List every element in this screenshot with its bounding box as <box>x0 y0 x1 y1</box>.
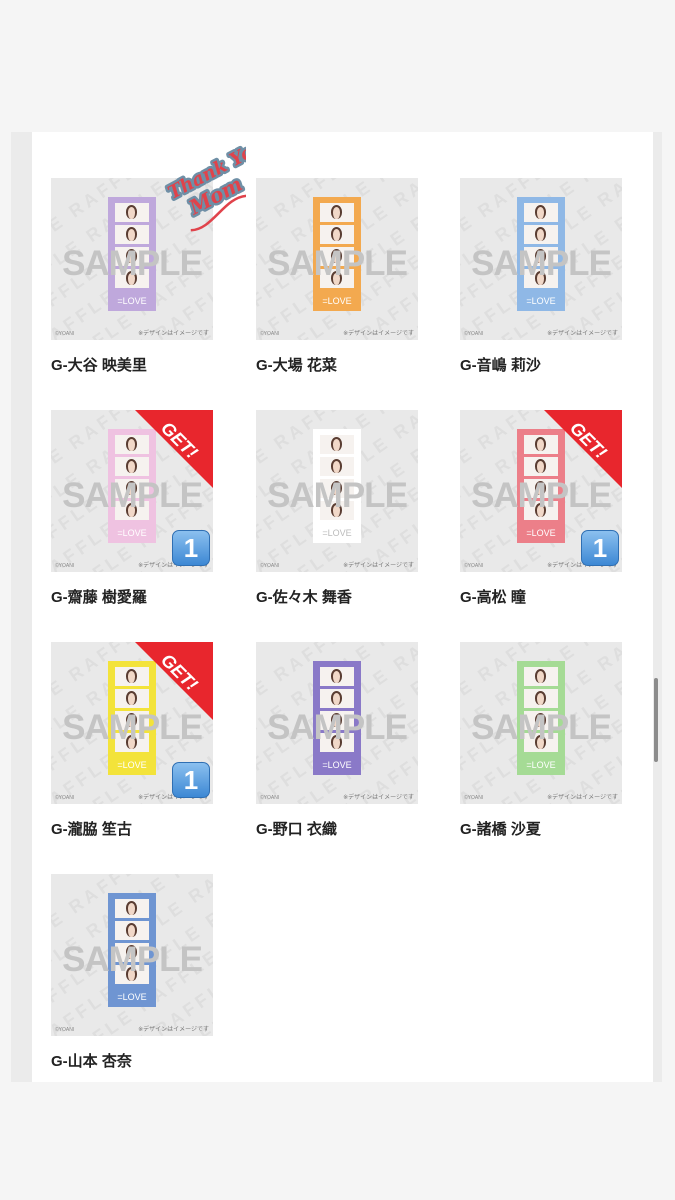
sample-watermark: SAMPLE <box>471 708 612 747</box>
copyright-text: ©YOANI <box>260 563 280 569</box>
portrait-icon <box>331 205 342 219</box>
copyright-text: ©YOANI <box>260 795 280 801</box>
count-badge: 1 <box>172 530 210 566</box>
portrait-icon <box>535 691 546 705</box>
strip-label: =LOVE <box>322 760 352 770</box>
strip-photo <box>524 667 558 686</box>
portrait-icon <box>126 923 137 937</box>
item-thumbnail[interactable]: RAFFLE RAFFLE RAFFLE RAFFLE RAFFLE RAFFL… <box>256 410 418 572</box>
design-disclaimer: ※デザインはイメージです <box>547 331 618 337</box>
item-name: G-大谷 映美里 <box>51 357 147 374</box>
item-name: G-山本 杏奈 <box>51 1053 132 1070</box>
item-name: G-佐々木 舞香 <box>256 589 352 606</box>
portrait-icon <box>126 205 137 219</box>
portrait-icon <box>331 669 342 683</box>
sample-watermark: SAMPLE <box>62 940 203 979</box>
grid-item-card[interactable]: RAFFLE RAFFLE RAFFLE RAFFLE RAFFLE RAFFL… <box>256 178 418 375</box>
strip-label: =LOVE <box>322 528 352 538</box>
grid-item-card[interactable]: RAFFLE RAFFLE RAFFLE RAFFLE RAFFLE RAFFL… <box>51 642 213 839</box>
portrait-icon <box>331 437 342 451</box>
item-name: G-高松 瞳 <box>460 589 526 606</box>
copyright-text: ©YOANI <box>260 331 280 337</box>
item-name: G-瀧脇 笙古 <box>51 821 132 838</box>
design-disclaimer: ※デザインはイメージです <box>343 563 414 569</box>
grid-item-card[interactable]: RAFFLE RAFFLE RAFFLE RAFFLE RAFFLE RAFFL… <box>256 410 418 607</box>
strip-label: =LOVE <box>526 296 556 306</box>
portrait-icon <box>331 227 342 241</box>
design-disclaimer: ※デザインはイメージです <box>138 1027 209 1033</box>
strip-photo <box>115 203 149 222</box>
copyright-text: ©YOANI <box>55 563 75 569</box>
strip-photo <box>524 689 558 708</box>
grid-item-card[interactable]: RAFFLE RAFFLE RAFFLE RAFFLE RAFFLE RAFFL… <box>460 642 622 839</box>
design-disclaimer: ※デザインはイメージです <box>343 795 414 801</box>
grid-item-card[interactable]: RAFFLE RAFFLE RAFFLE RAFFLE RAFFLE RAFFL… <box>51 874 213 1071</box>
copyright-text: ©YOANI <box>464 331 484 337</box>
item-thumbnail[interactable]: RAFFLE RAFFLE RAFFLE RAFFLE RAFFLE RAFFL… <box>460 410 622 572</box>
sample-watermark: SAMPLE <box>471 244 612 283</box>
copyright-text: ©YOANI <box>55 1027 75 1033</box>
strip-photo <box>320 457 354 476</box>
count-badge: 1 <box>172 762 210 798</box>
item-thumbnail[interactable]: RAFFLE RAFFLE RAFFLE RAFFLE RAFFLE RAFFL… <box>460 642 622 804</box>
grid-item-card[interactable]: RAFFLE RAFFLE RAFFLE RAFFLE RAFFLE RAFFL… <box>51 410 213 607</box>
portrait-icon <box>535 669 546 683</box>
sample-watermark: SAMPLE <box>267 476 408 515</box>
portrait-icon <box>535 205 546 219</box>
item-name: G-野口 衣織 <box>256 821 337 838</box>
strip-label: =LOVE <box>117 296 147 306</box>
design-disclaimer: ※デザインはイメージです <box>138 331 209 337</box>
strip-photo <box>115 899 149 918</box>
sample-watermark: SAMPLE <box>267 244 408 283</box>
strip-photo <box>115 921 149 940</box>
strip-label: =LOVE <box>322 296 352 306</box>
portrait-icon <box>535 227 546 241</box>
item-thumbnail[interactable]: RAFFLE RAFFLE RAFFLE RAFFLE RAFFLE RAFFL… <box>460 178 622 340</box>
item-thumbnail[interactable]: RAFFLE RAFFLE RAFFLE RAFFLE RAFFLE RAFFL… <box>51 642 213 804</box>
portrait-icon <box>331 691 342 705</box>
grid-item-card[interactable]: RAFFLE RAFFLE RAFFLE RAFFLE RAFFLE RAFFL… <box>256 642 418 839</box>
design-disclaimer: ※デザインはイメージです <box>547 795 618 801</box>
grid-item-card[interactable]: RAFFLE RAFFLE RAFFLE RAFFLE RAFFLE RAFFL… <box>460 178 622 375</box>
copyright-text: ©YOANI <box>464 795 484 801</box>
strip-photo <box>320 225 354 244</box>
strip-photo <box>320 435 354 454</box>
thank-you-mom-sticker: Thank You Thank You Mom Mom <box>164 145 246 232</box>
strip-label: =LOVE <box>117 528 147 538</box>
item-name: G-諸橋 沙夏 <box>460 821 541 838</box>
item-name: G-齋藤 樹愛羅 <box>51 589 147 606</box>
item-thumbnail[interactable]: RAFFLE RAFFLE RAFFLE RAFFLE RAFFLE RAFFL… <box>51 410 213 572</box>
strip-photo <box>320 667 354 686</box>
portrait-icon <box>126 227 137 241</box>
design-disclaimer: ※デザインはイメージです <box>343 331 414 337</box>
sample-watermark: SAMPLE <box>267 708 408 747</box>
item-thumbnail[interactable]: RAFFLE RAFFLE RAFFLE RAFFLE RAFFLE RAFFL… <box>51 874 213 1036</box>
grid-item-card[interactable]: RAFFLE RAFFLE RAFFLE RAFFLE RAFFLE RAFFL… <box>460 410 622 607</box>
scrollbar[interactable] <box>654 678 658 762</box>
strip-label: =LOVE <box>526 528 556 538</box>
strip-photo <box>524 203 558 222</box>
copyright-text: ©YOANI <box>464 563 484 569</box>
item-thumbnail[interactable]: RAFFLE RAFFLE RAFFLE RAFFLE RAFFLE RAFFL… <box>256 178 418 340</box>
strip-photo <box>115 225 149 244</box>
strip-label: =LOVE <box>526 760 556 770</box>
item-thumbnail[interactable]: RAFFLE RAFFLE RAFFLE RAFFLE RAFFLE RAFFL… <box>256 642 418 804</box>
copyright-text: ©YOANI <box>55 331 75 337</box>
strip-label: =LOVE <box>117 992 147 1002</box>
count-badge: 1 <box>581 530 619 566</box>
portrait-icon <box>331 459 342 473</box>
item-name: G-音嶋 莉沙 <box>460 357 541 374</box>
strip-photo <box>320 689 354 708</box>
portrait-icon <box>126 901 137 915</box>
strip-photo <box>524 225 558 244</box>
strip-photo <box>320 203 354 222</box>
copyright-text: ©YOANI <box>55 795 75 801</box>
sample-watermark: SAMPLE <box>62 244 203 283</box>
strip-label: =LOVE <box>117 760 147 770</box>
item-name: G-大場 花菜 <box>256 357 337 374</box>
